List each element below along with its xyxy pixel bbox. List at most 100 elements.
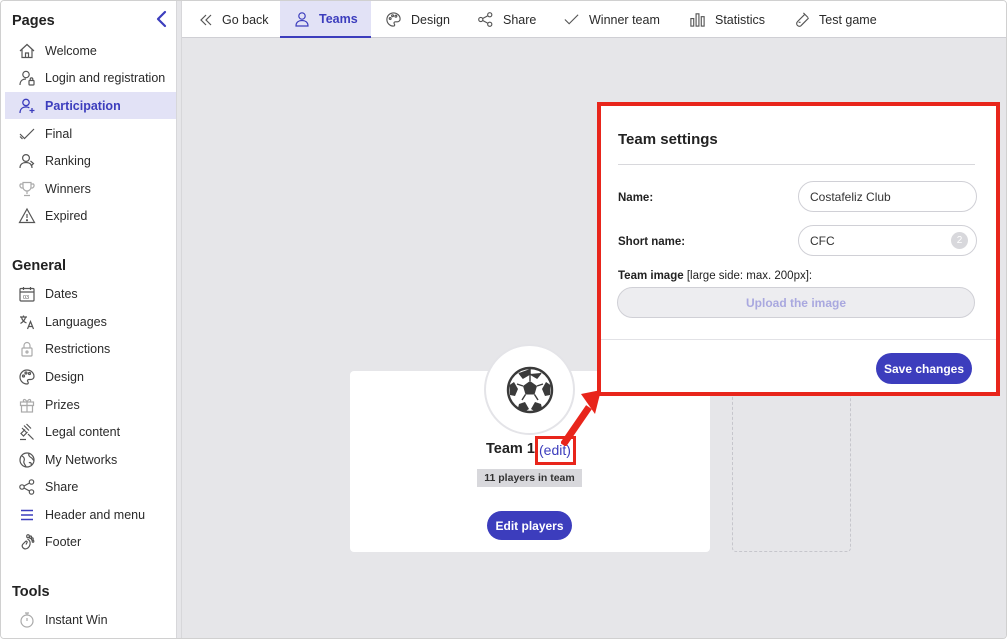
sidebar: Pages Welcome Login and registration Par… (1, 1, 176, 638)
user-lock-icon (18, 69, 36, 87)
sidebar-item-legal-content[interactable]: Legal content (5, 419, 176, 445)
ranking-icon (18, 152, 36, 170)
sidebar-item-label: Instant Win (45, 613, 108, 627)
gavel-icon (18, 423, 36, 441)
add-team-placeholder[interactable] (732, 371, 851, 552)
gift-icon (18, 396, 36, 414)
modal-title: Team settings (618, 131, 718, 148)
players-count-badge: 11 players in team (477, 469, 582, 487)
svg-text:03: 03 (23, 295, 29, 301)
edit-players-button[interactable]: Edit players (487, 511, 572, 540)
double-chevron-left-icon (199, 13, 213, 27)
warning-icon (18, 207, 36, 225)
sidebar-item-design[interactable]: Design (5, 364, 176, 390)
tab-teams[interactable]: Teams (280, 1, 371, 38)
sidebar-item-label: Legal content (45, 425, 121, 439)
sidebar-item-label: Design (45, 370, 84, 384)
tab-label: Teams (319, 11, 358, 26)
sidebar-item-welcome[interactable]: Welcome (5, 38, 176, 64)
tab-label: Winner team (589, 12, 660, 27)
upload-image-button[interactable]: Upload the image (617, 287, 975, 318)
test-tube-icon (793, 11, 810, 28)
section-title-general: General (12, 258, 66, 274)
tab-statistics[interactable]: Statistics (689, 1, 769, 38)
chevron-left-icon (156, 10, 167, 28)
tab-winner-team[interactable]: Winner team (563, 1, 663, 38)
sidebar-item-label: Participation (45, 98, 121, 113)
palette-icon (385, 11, 402, 28)
sidebar-item-label: Ranking (45, 154, 91, 168)
sidebar-item-share[interactable]: Share (5, 474, 176, 500)
lock-icon (18, 340, 36, 358)
tab-label: Share (503, 12, 537, 27)
sidebar-item-login-registration[interactable]: Login and registration (5, 65, 176, 91)
team-name-input[interactable] (798, 181, 977, 212)
collapse-sidebar-button[interactable] (154, 10, 170, 28)
name-label: Name: (618, 192, 654, 204)
team-image-label-bold: Team image (618, 270, 684, 282)
section-title-pages: Pages (12, 13, 55, 29)
bar-chart-icon (689, 11, 706, 28)
check-icon (18, 125, 36, 143)
tab-label: Statistics (715, 12, 766, 27)
tab-label: Test game (819, 12, 877, 27)
sidebar-item-label: Header and menu (45, 508, 146, 522)
menu-icon (18, 506, 36, 524)
sidebar-item-label: Dates (45, 287, 78, 301)
sidebar-item-prizes[interactable]: Prizes (5, 392, 176, 418)
home-icon (18, 42, 36, 60)
sidebar-item-restrictions[interactable]: Restrictions (5, 336, 176, 362)
sidebar-item-label: My Networks (45, 453, 118, 467)
sidebar-item-label: Login and registration (45, 71, 166, 85)
soccer-ball-icon (506, 366, 553, 413)
tab-design[interactable]: Design (385, 1, 465, 38)
sidebar-item-participation[interactable]: Participation (5, 92, 176, 119)
section-title-tools: Tools (12, 584, 50, 600)
tab-label: Design (411, 12, 450, 27)
footer-icon (18, 533, 36, 551)
char-counter-badge: 2 (951, 232, 968, 249)
sidebar-item-label: Final (45, 127, 73, 141)
sidebar-item-my-networks[interactable]: My Networks (5, 447, 176, 473)
sidebar-item-header-menu[interactable]: Header and menu (5, 502, 176, 528)
calendar-icon: 03 (18, 285, 36, 303)
sidebar-item-ranking[interactable]: Ranking (5, 148, 176, 174)
globe-icon (18, 451, 36, 469)
tab-go-back[interactable]: Go back (199, 1, 289, 38)
sidebar-item-label: Prizes (45, 398, 80, 412)
sidebar-item-instant-win[interactable]: Instant Win (5, 607, 176, 633)
sidebar-item-dates[interactable]: 03 Dates (5, 281, 176, 307)
sidebar-item-label: Footer (45, 535, 82, 549)
save-changes-button[interactable]: Save changes (876, 353, 972, 384)
sidebar-item-label: Languages (45, 315, 107, 329)
team-image-label: Team image [large side: max. 200px]: (618, 270, 812, 282)
team-image-hint: [large side: max. 200px]: (686, 270, 813, 282)
top-tab-bar: Go back Teams Design Share Winner team S… (182, 1, 1006, 38)
app-window: Pages Welcome Login and registration Par… (0, 0, 1007, 639)
sidebar-item-label: Share (45, 480, 79, 494)
tab-test-game[interactable]: Test game (793, 1, 888, 38)
short-name-label: Short name: (618, 236, 686, 248)
sidebar-item-label: Restrictions (45, 342, 111, 356)
translate-icon (18, 313, 36, 331)
sidebar-item-label: Welcome (45, 44, 97, 58)
sidebar-item-expired[interactable]: Expired (5, 203, 176, 229)
trophy-icon (18, 180, 36, 198)
check-icon (563, 11, 580, 28)
modal-footer-divider (601, 339, 996, 340)
sidebar-item-winners[interactable]: Winners (5, 176, 176, 202)
palette-icon (18, 368, 36, 386)
team-name: Team 1 (486, 441, 535, 457)
user-add-icon (18, 97, 36, 115)
user-icon (294, 11, 310, 27)
share-icon (18, 478, 36, 496)
modal-divider (618, 164, 975, 165)
sidebar-item-languages[interactable]: Languages (5, 309, 176, 335)
sidebar-item-label: Winners (45, 182, 91, 196)
sidebar-item-final[interactable]: Final (5, 121, 176, 147)
sidebar-item-footer[interactable]: Footer (5, 529, 176, 555)
sidebar-item-label: Expired (45, 209, 88, 223)
tab-label: Go back (222, 12, 269, 27)
timer-icon (18, 611, 36, 629)
tab-share[interactable]: Share (477, 1, 547, 38)
